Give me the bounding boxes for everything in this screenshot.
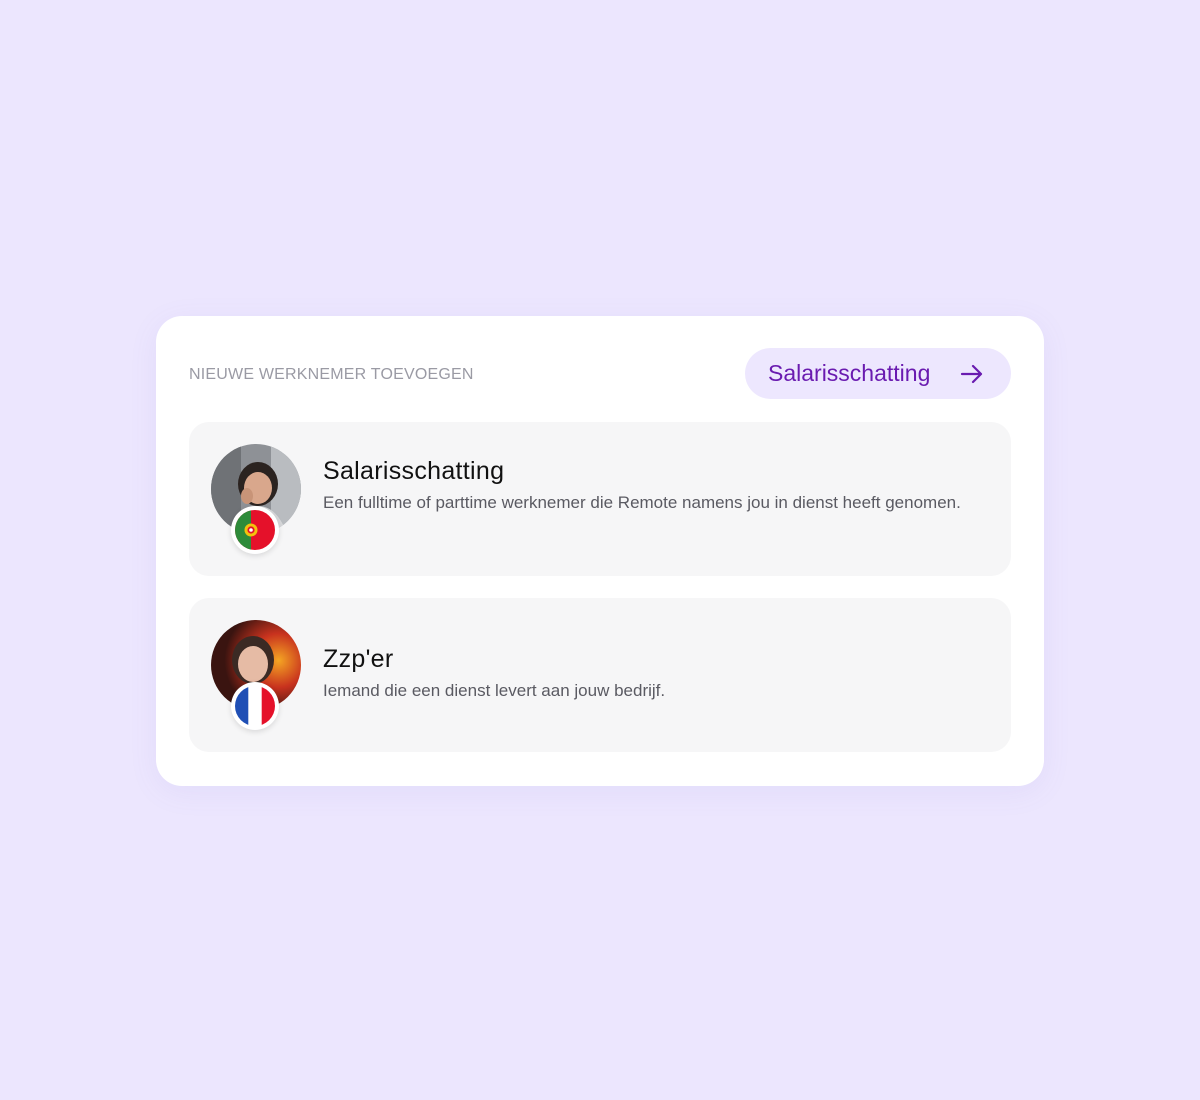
freelancer-avatar xyxy=(211,620,301,730)
add-employee-card: NIEUWE WERKNEMER TOEVOEGEN Salarisschatt… xyxy=(156,316,1044,786)
option-description: Een fulltime of parttime werknemer die R… xyxy=(323,493,961,512)
card-header-label: NIEUWE WERKNEMER TOEVOEGEN xyxy=(189,366,474,383)
france-flag-icon xyxy=(235,686,275,726)
employee-avatar xyxy=(211,444,301,554)
salary-estimate-button-label: Salarisschatting xyxy=(768,360,931,386)
france-flag-badge xyxy=(231,682,279,730)
option-title: Zzp'er xyxy=(323,645,394,673)
arrow-right-icon xyxy=(960,364,983,384)
option-employee[interactable]: Salarisschatting Een fulltime of parttim… xyxy=(189,422,1011,576)
option-freelancer[interactable]: Zzp'er Iemand die een dienst levert aan … xyxy=(189,598,1011,752)
portugal-flag-icon xyxy=(235,510,275,550)
option-title: Salarisschatting xyxy=(323,457,505,485)
salary-estimate-button[interactable]: Salarisschatting xyxy=(745,348,1011,399)
option-description: Iemand die een dienst levert aan jouw be… xyxy=(323,681,666,700)
portugal-flag-badge xyxy=(231,506,279,554)
